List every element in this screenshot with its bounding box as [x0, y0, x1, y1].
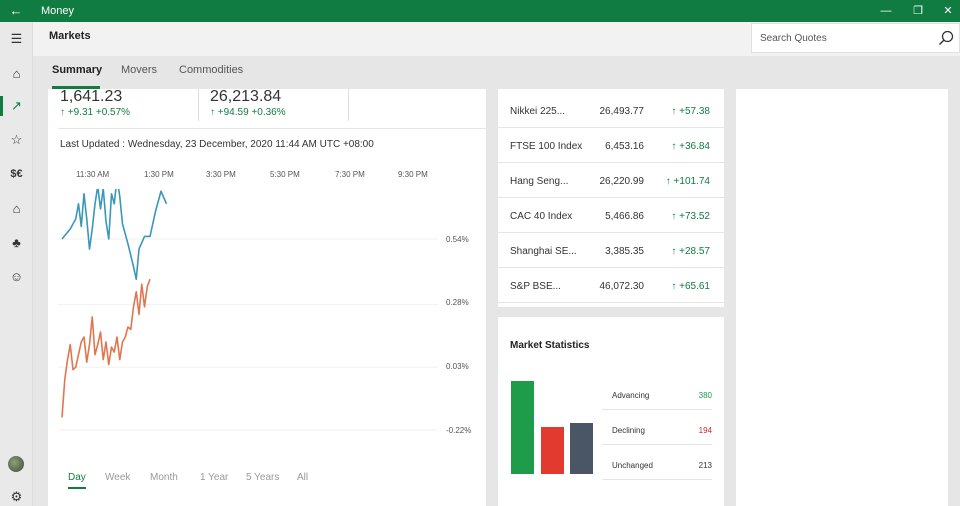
- quote-value: 26,220.99: [599, 176, 645, 187]
- quote-change: ↑ +65.61: [671, 281, 710, 292]
- advancing-bar: [511, 381, 534, 474]
- search-placeholder: Search Quotes: [760, 33, 827, 44]
- advancing-value: 380: [698, 391, 712, 400]
- intraday-chart[interactable]: [48, 189, 486, 459]
- watchlist-icon[interactable]: ☆: [0, 125, 33, 155]
- quote-change: ↑ +36.84: [671, 141, 710, 152]
- search-icon[interactable]: [937, 29, 955, 47]
- divider: [602, 479, 712, 480]
- tab-bar: Summary Movers Commodities: [33, 56, 960, 89]
- quote-change: ↑ +28.57: [671, 246, 710, 257]
- quote-name: Hang Seng...: [510, 176, 569, 187]
- feedback-icon[interactable]: ☺: [0, 261, 33, 291]
- series-line-1: [61, 278, 151, 418]
- app-title: Money: [41, 5, 75, 17]
- index-value: 1,641.23: [60, 88, 123, 105]
- quote-name: Shanghai SE...: [510, 246, 577, 257]
- divider: [602, 444, 712, 445]
- quote-row[interactable]: Nikkei 225... 26,493.77 ↑ +57.38: [498, 93, 724, 128]
- quote-value: 46,072.30: [599, 281, 645, 292]
- quote-change: ↑ +101.74: [665, 176, 710, 187]
- pct-label: 0.28%: [446, 298, 469, 307]
- quote-value: 6,453.16: [605, 141, 644, 152]
- range-5-years[interactable]: 5 Years: [246, 472, 279, 483]
- index-change: ↑ +94.59 +0.36%: [210, 107, 286, 118]
- unchanged-value: 213: [698, 461, 712, 470]
- divider: [498, 307, 724, 317]
- quote-value: 26,493.77: [599, 106, 645, 117]
- quote-value: 5,466.86: [605, 211, 644, 222]
- pct-label: -0.22%: [446, 426, 472, 435]
- time-label: 9:30 PM: [398, 170, 428, 179]
- range-week[interactable]: Week: [105, 472, 130, 483]
- quote-row[interactable]: Hang Seng... 26,220.99 ↑ +101.74: [498, 163, 724, 198]
- quote-value: 3,385.35: [605, 246, 644, 257]
- range-all[interactable]: All: [297, 472, 308, 483]
- last-updated: Last Updated : Wednesday, 23 December, 2…: [60, 139, 374, 150]
- quote-row[interactable]: Shanghai SE... 3,385.35 ↑ +28.57: [498, 233, 724, 268]
- quote-row[interactable]: CAC 40 Index 5,466.86 ↑ +73.52: [498, 198, 724, 233]
- time-label: 5:30 PM: [270, 170, 300, 179]
- range-month[interactable]: Month: [150, 472, 178, 483]
- minimize-icon[interactable]: —: [870, 0, 902, 22]
- pct-label: 0.03%: [446, 362, 469, 371]
- time-label: 3:30 PM: [206, 170, 236, 179]
- quote-name: S&P BSE...: [510, 281, 561, 292]
- nav-rail: ☰ ⌂ ↗ ☆ $€ ⌂ ♣ ☺ ⚙: [0, 22, 33, 506]
- hamburger-icon[interactable]: ☰: [0, 24, 33, 54]
- world-indices-card: Nikkei 225... 26,493.77 ↑ +57.38 FTSE 10…: [498, 89, 724, 506]
- quote-row[interactable]: S&P BSE... 46,072.30 ↑ +65.61: [498, 268, 724, 303]
- page-title: Markets: [49, 30, 91, 42]
- quote-name: CAC 40 Index: [510, 211, 573, 222]
- quote-name: FTSE 100 Index: [510, 141, 583, 152]
- search-input[interactable]: Search Quotes: [751, 23, 960, 53]
- series-line-0: [61, 189, 168, 281]
- pct-label: 0.54%: [446, 235, 469, 244]
- quote-change: ↑ +57.38: [671, 106, 710, 117]
- quote-row[interactable]: FTSE 100 Index 6,453.16 ↑ +36.84: [498, 128, 724, 163]
- quote-change: ↑ +73.52: [671, 211, 710, 222]
- home-icon[interactable]: ⌂: [0, 58, 33, 88]
- divider: [348, 89, 349, 121]
- market-chart-card: 1,641.23 ↑ +9.31 +0.57% 26,213.84 ↑ +94.…: [48, 88, 486, 506]
- side-panel: [736, 89, 948, 506]
- index-change: ↑ +9.31 +0.57%: [60, 107, 131, 118]
- tab-movers[interactable]: Movers: [121, 64, 157, 76]
- trending-icon[interactable]: ↗: [0, 91, 33, 121]
- quote-name: Nikkei 225...: [510, 106, 566, 117]
- divider: [198, 89, 199, 121]
- tab-commodities[interactable]: Commodities: [179, 64, 243, 76]
- time-label: 1:30 PM: [144, 170, 174, 179]
- time-label: 11:30 AM: [76, 170, 110, 179]
- range-underline: [68, 487, 86, 489]
- settings-icon[interactable]: ⚙: [0, 482, 33, 506]
- market-stats-title: Market Statistics: [510, 340, 590, 351]
- unchanged-bar: [570, 423, 593, 474]
- unchanged-label: Unchanged: [612, 461, 653, 470]
- mortgage-icon[interactable]: ⌂: [0, 193, 33, 223]
- title-bar: ← Money — ❐ ✕: [0, 0, 960, 22]
- advancing-label: Advancing: [612, 391, 650, 400]
- declining-label: Declining: [612, 426, 645, 435]
- tab-summary[interactable]: Summary: [52, 64, 102, 76]
- header: Markets Search Quotes: [33, 22, 960, 56]
- index-value: 26,213.84: [210, 88, 282, 105]
- currency-icon[interactable]: $€: [0, 159, 33, 189]
- declining-bar: [541, 427, 564, 474]
- range-day[interactable]: Day: [68, 472, 86, 483]
- avatar[interactable]: [8, 456, 24, 472]
- close-icon[interactable]: ✕: [932, 0, 960, 22]
- back-arrow-icon[interactable]: ←: [0, 0, 32, 22]
- range-1-year[interactable]: 1 Year: [200, 472, 228, 483]
- piggy-bank-icon[interactable]: ♣: [0, 227, 33, 257]
- divider: [602, 409, 712, 410]
- restore-icon[interactable]: ❐: [902, 0, 934, 22]
- divider: [58, 128, 486, 129]
- declining-value: 194: [698, 426, 712, 435]
- time-label: 7:30 PM: [335, 170, 365, 179]
